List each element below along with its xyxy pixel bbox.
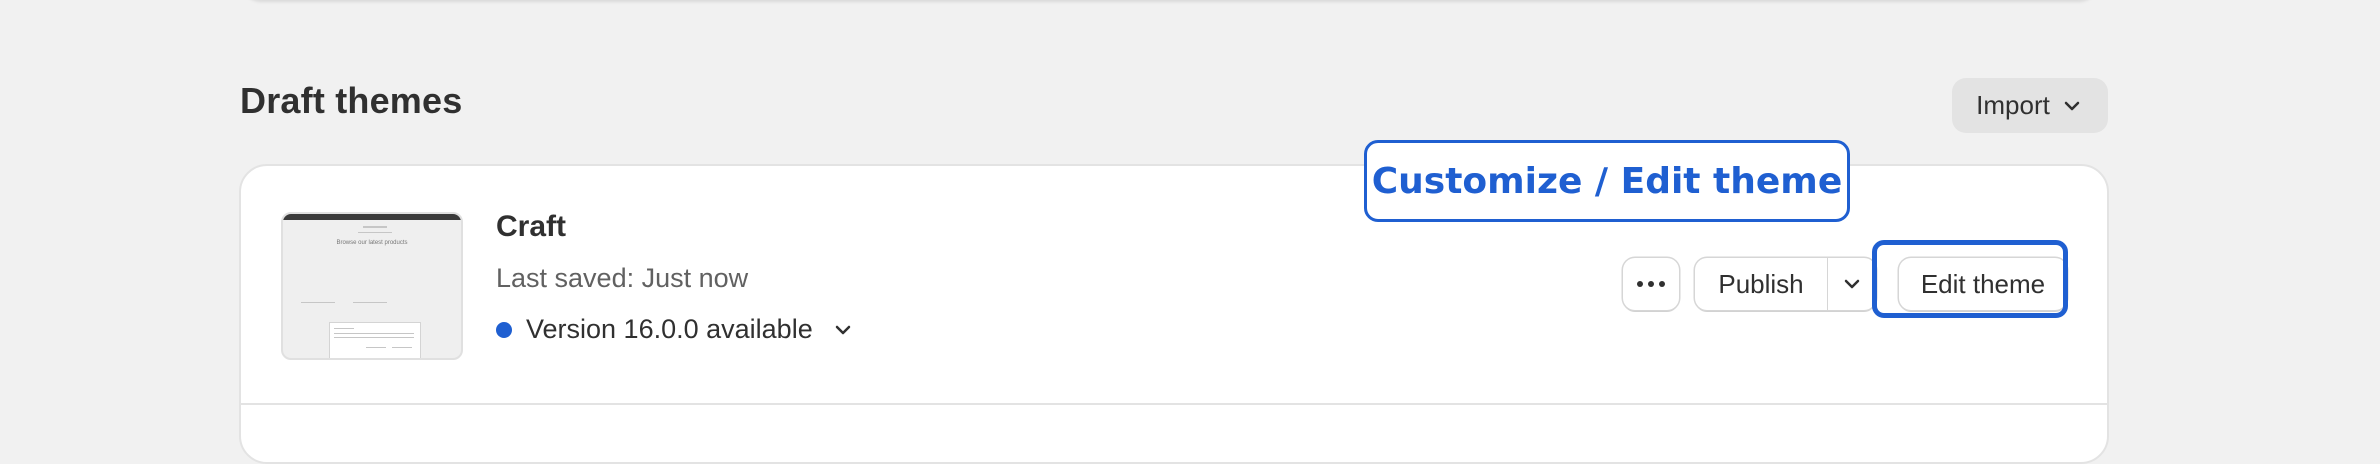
thumbnail-line	[392, 347, 412, 348]
theme-thumbnail[interactable]: Browse our latest products	[281, 212, 463, 360]
thumbnail-line	[358, 232, 392, 233]
more-horizontal-icon	[1648, 281, 1654, 287]
import-button-label: Import	[1976, 90, 2050, 120]
thumbnail-modal	[329, 322, 421, 358]
chevron-down-icon	[835, 325, 850, 334]
thumbnail-header-bar	[283, 214, 461, 220]
theme-name: Craft	[496, 210, 567, 243]
thumbnail-line	[363, 226, 387, 228]
thumbnail-line	[301, 302, 335, 303]
version-dropdown[interactable]: Version 16.0.0 available	[496, 314, 855, 345]
thumbnail-line	[353, 302, 387, 303]
status-dot-icon	[496, 321, 512, 338]
import-button[interactable]: Import	[1952, 78, 2108, 133]
section-title: Draft themes	[240, 80, 463, 121]
edit-theme-button[interactable]: Edit theme	[1899, 258, 2067, 310]
publish-options-button[interactable]	[1828, 258, 1876, 310]
last-saved-text: Last saved: Just now	[496, 263, 749, 293]
more-actions-button[interactable]	[1623, 258, 1679, 310]
thumbnail-line	[334, 328, 354, 329]
annotation-callout: Customize / Edit theme	[1364, 140, 1850, 222]
thumbnail-line	[334, 333, 414, 334]
more-horizontal-icon	[1659, 281, 1665, 287]
thumbnail-line	[334, 337, 414, 338]
version-label: Version 16.0.0 available	[526, 314, 813, 344]
thumbnail-headline: Browse our latest products	[336, 240, 408, 246]
card-divider	[241, 403, 2107, 405]
chevron-down-icon	[1844, 279, 1860, 289]
publish-button-group: Publish	[1695, 258, 1876, 310]
publish-button[interactable]: Publish	[1695, 258, 1828, 310]
more-horizontal-icon	[1637, 281, 1643, 287]
chevron-down-icon	[2064, 101, 2080, 110]
thumbnail-line	[366, 347, 386, 348]
